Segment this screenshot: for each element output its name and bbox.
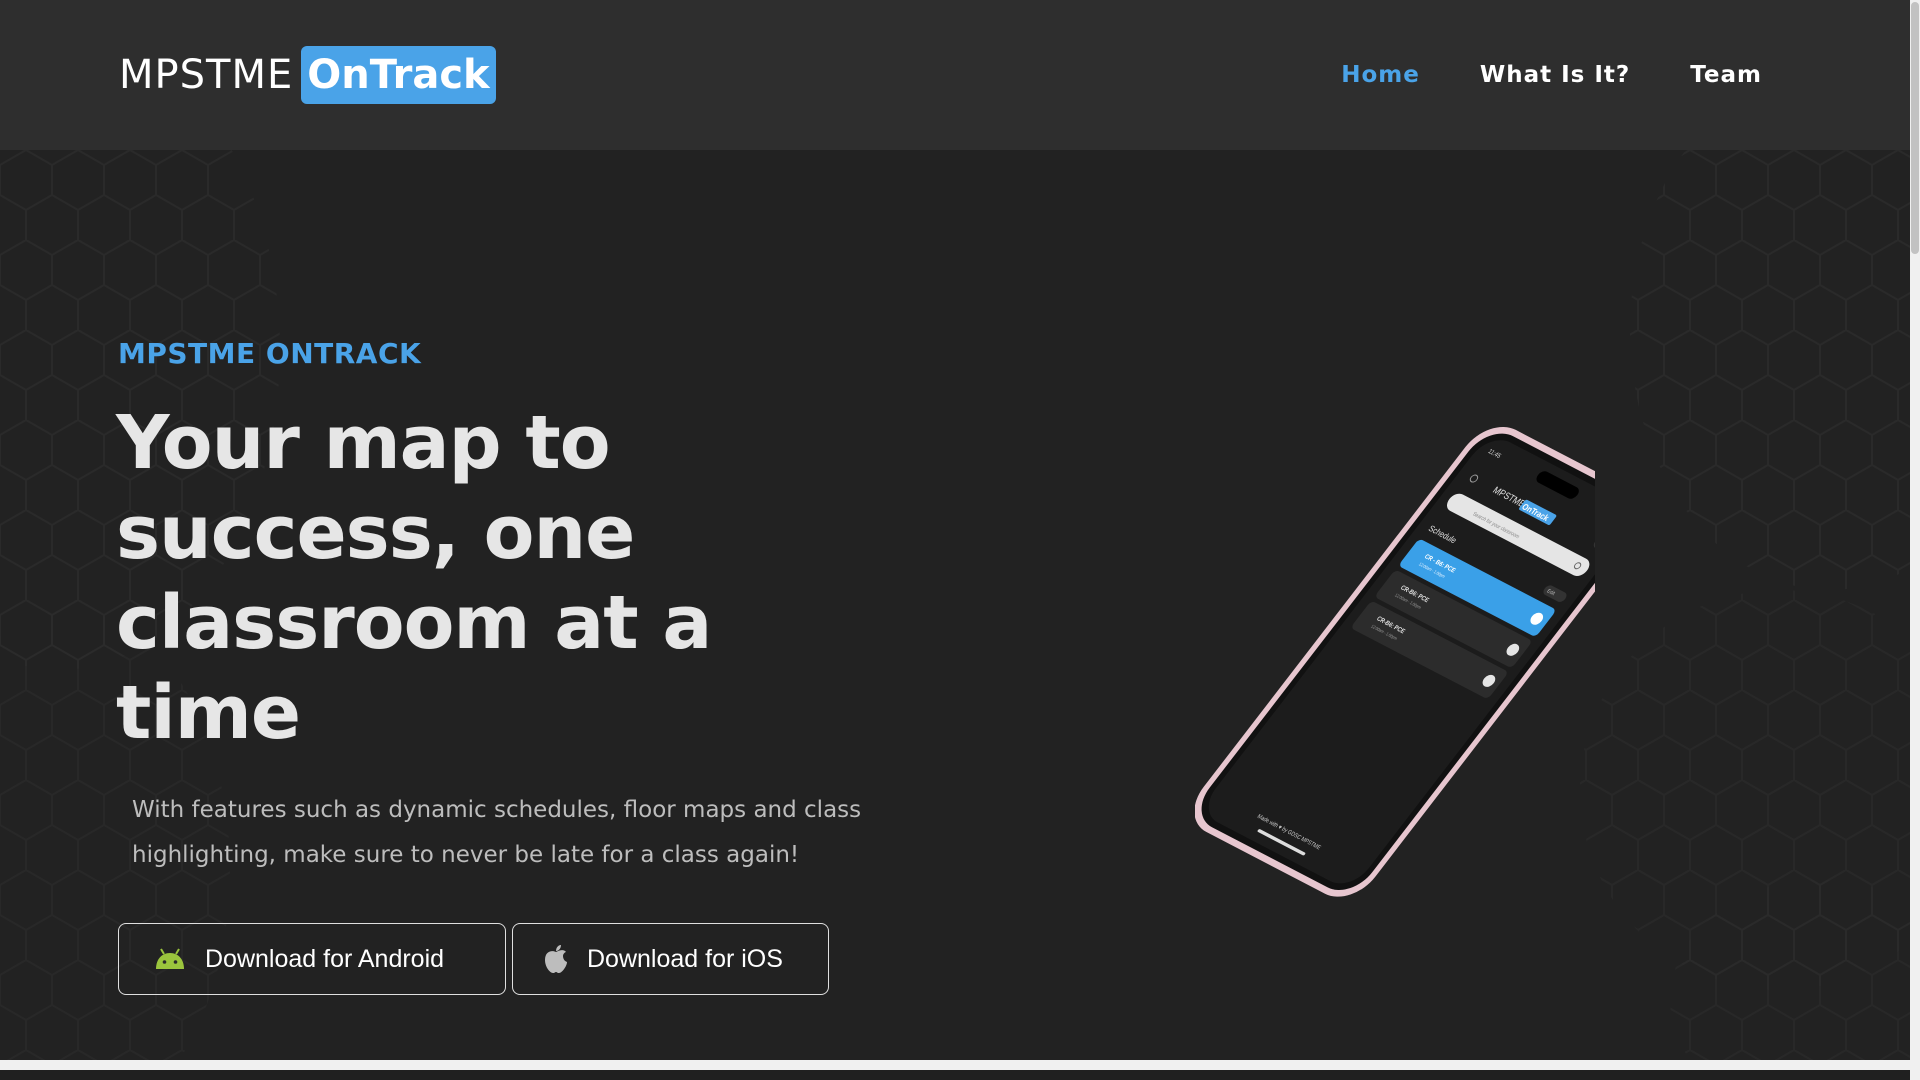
page: MPSTME OnTrack Home What Is It? Team MPS… (0, 0, 1910, 1070)
headline-line: Your map to (116, 400, 611, 486)
description-line: highlighting, make sure to never be late… (132, 842, 800, 868)
download-android-button[interactable]: Download for Android (118, 923, 506, 995)
hero-description: With features such as dynamic schedules,… (132, 788, 892, 878)
download-ios-button[interactable]: Download for iOS (512, 923, 829, 995)
headline-line: success, one (116, 490, 635, 576)
logo-text: MPSTME (119, 52, 294, 98)
android-icon (156, 948, 184, 969)
description-line: With features such as dynamic schedules,… (132, 797, 862, 823)
headline-line: classroom at a (116, 580, 712, 666)
nav-link-home[interactable]: Home (1341, 62, 1420, 88)
scrollbar-thumb[interactable] (1911, 2, 1919, 254)
apple-icon (545, 945, 567, 973)
navbar: MPSTME OnTrack Home What Is It? Team (0, 0, 1910, 150)
headline-line: time (116, 670, 301, 756)
vertical-scrollbar[interactable] (1910, 0, 1920, 1080)
logo-badge: OnTrack (301, 46, 496, 104)
nav-link-team[interactable]: Team (1690, 62, 1762, 88)
hero-eyebrow: MPSTME ONTRACK (118, 337, 422, 370)
phone-mockup: 11:45 MPSTME OnTrack Search for your cla… (1195, 426, 1595, 897)
hero-headline: Your map to success, one classroom at a … (116, 398, 776, 758)
horizontal-scrollbar[interactable] (0, 1060, 1910, 1070)
main-nav: Home What Is It? Team (1341, 62, 1762, 88)
site-logo[interactable]: MPSTME OnTrack (119, 46, 496, 104)
android-button-label: Download for Android (205, 944, 445, 973)
nav-link-what-is-it[interactable]: What Is It? (1480, 62, 1630, 88)
ios-button-label: Download for iOS (587, 944, 783, 973)
